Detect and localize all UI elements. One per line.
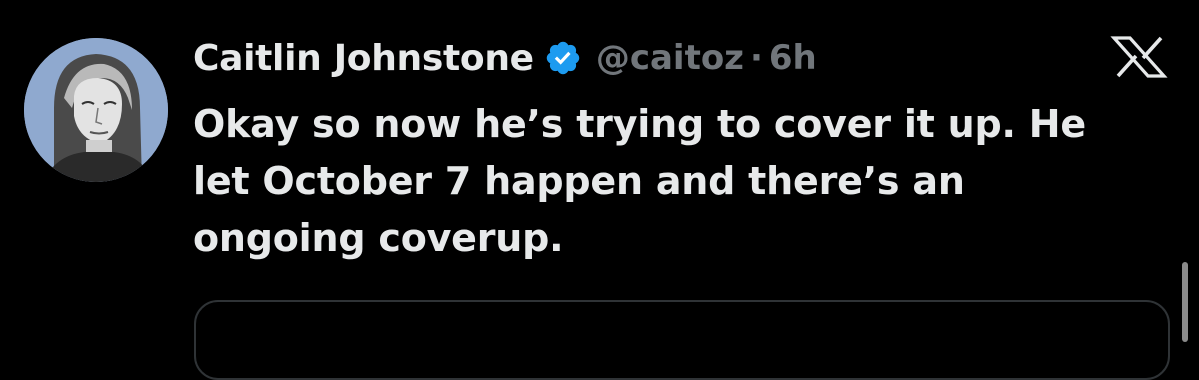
separator-dot: ·	[749, 38, 763, 78]
verified-badge-icon	[544, 39, 582, 77]
post-timestamp[interactable]: 6h	[769, 38, 817, 78]
tweet-text-line: ongoing coverup.	[193, 216, 564, 260]
author-handle[interactable]: @caitoz	[596, 38, 744, 78]
tweet-card[interactable]: Caitlin Johnstone @caitoz · 6h Okay so n…	[0, 0, 1199, 380]
x-logo-icon	[1110, 36, 1168, 78]
embedded-media-card[interactable]	[194, 300, 1170, 380]
scrollbar-thumb[interactable]	[1182, 262, 1188, 342]
avatar-portrait-image	[24, 38, 168, 182]
author-name[interactable]: Caitlin Johnstone	[193, 38, 534, 79]
tweet-text-line: Okay so now he’s trying to cover it up. …	[193, 102, 1086, 146]
author-avatar[interactable]	[24, 38, 168, 182]
tweet-header: Caitlin Johnstone @caitoz · 6h	[193, 32, 817, 84]
tweet-text: Okay so now he’s trying to cover it up. …	[193, 96, 1173, 267]
tweet-text-line: let October 7 happen and there’s an	[193, 159, 965, 203]
